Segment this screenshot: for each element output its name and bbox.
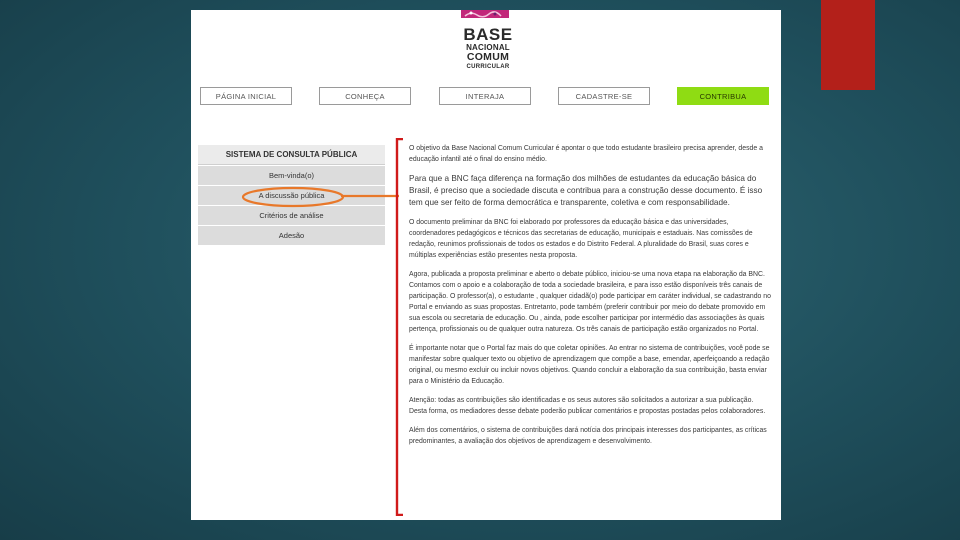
nav-cadastre-se[interactable]: CADASTRE-SE bbox=[558, 87, 650, 105]
highlight-ellipse-annotation bbox=[241, 186, 345, 208]
main-article: O objetivo da Base Nacional Comum Curric… bbox=[409, 143, 773, 455]
paragraph-6: Atenção: todas as contribuições são iden… bbox=[409, 397, 766, 415]
logo-line-curricular: CURRICULAR bbox=[466, 63, 510, 70]
logo[interactable]: BASE NACIONAL COMUM CURRICULAR bbox=[453, 26, 523, 70]
webpage-screenshot: BASE NACIONAL COMUM CURRICULAR PÁGINA IN… bbox=[191, 10, 781, 520]
main-nav: PÁGINA INICIAL CONHEÇA INTERAJA CADASTRE… bbox=[191, 87, 781, 107]
nav-contribua[interactable]: CONTRIBUA bbox=[677, 87, 769, 105]
nav-pagina-inicial[interactable]: PÁGINA INICIAL bbox=[200, 87, 292, 105]
paragraph-2: Para que a BNC faça diferença na formaçã… bbox=[409, 174, 763, 207]
paragraph-4: Agora, publicada a proposta preliminar e… bbox=[409, 271, 771, 333]
nav-interaja[interactable]: INTERAJA bbox=[439, 87, 531, 105]
sidebar-item-criterios[interactable]: Critérios de análise bbox=[198, 205, 385, 225]
paragraph-7: Além dos comentários, o sistema de contr… bbox=[409, 427, 767, 445]
sidebar-item-adesao[interactable]: Adesão bbox=[198, 225, 385, 245]
slide-accent-bar bbox=[821, 0, 875, 90]
paragraph-1: O objetivo da Base Nacional Comum Curric… bbox=[409, 145, 763, 163]
sidebar-item-bem-vinda[interactable]: Bem-vinda(o) bbox=[198, 165, 385, 185]
sidebar-title: SISTEMA DE CONSULTA PÚBLICA bbox=[198, 145, 385, 165]
nav-conheca[interactable]: CONHEÇA bbox=[319, 87, 411, 105]
paragraph-5: É importante notar que o Portal faz mais… bbox=[409, 345, 770, 385]
paragraph-3: O documento preliminar da BNC foi elabor… bbox=[409, 219, 753, 259]
logo-line-base: BASE bbox=[463, 25, 513, 44]
red-bracket-annotation bbox=[395, 138, 403, 516]
connector-line-annotation bbox=[341, 194, 399, 198]
logo-line-comum: COMUM bbox=[466, 51, 510, 63]
logo-graphic-icon bbox=[461, 10, 509, 18]
